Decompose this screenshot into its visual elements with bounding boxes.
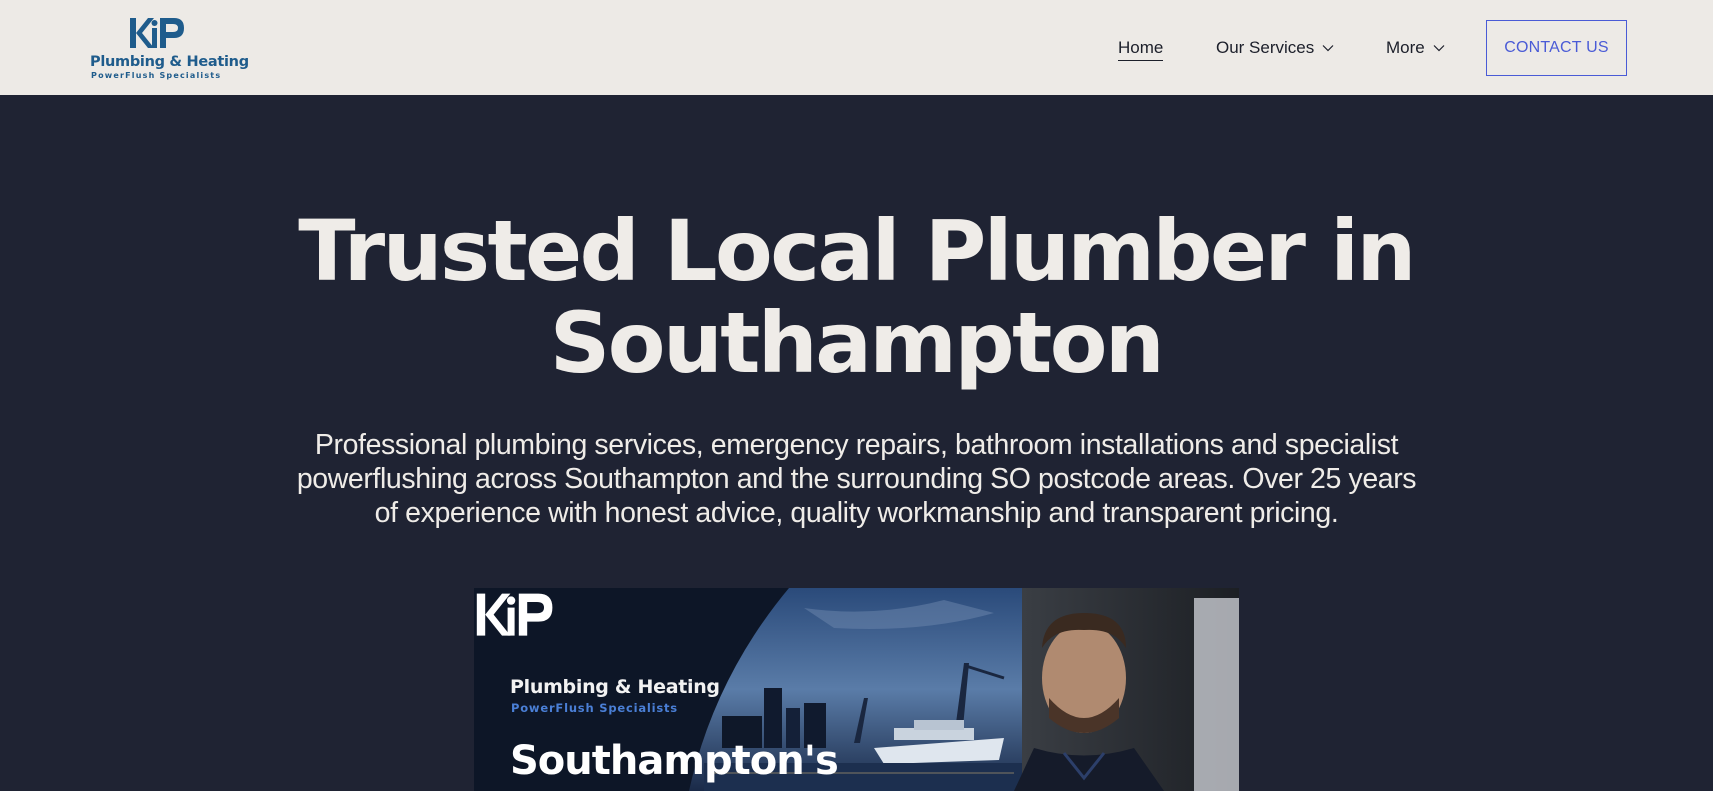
nav-more[interactable]: More [1386,38,1445,58]
banner-kp-logo-icon [476,593,553,636]
logo-name: Plumbing & Heating [90,54,249,70]
site-logo[interactable]: Plumbing & Heating PowerFlush Specialist… [90,14,249,82]
hero-banner-image: Plumbing & Heating PowerFlush Specialist… [474,588,1239,791]
banner-brand: Plumbing & Heating [510,676,720,698]
nav-our-services[interactable]: Our Services [1216,38,1334,58]
nav-services-label: Our Services [1216,38,1315,57]
banner-headline: Southampton's [510,738,839,784]
chevron-down-icon [1322,45,1334,52]
site-header: Plumbing & Heating PowerFlush Specialist… [0,0,1713,95]
logo-tagline: PowerFlush Specialists [91,71,222,80]
hero-title: Trusted Local Plumber in Southampton [206,205,1506,389]
hero-title-line1: Trusted Local Plumber in [298,202,1416,300]
hero-subtitle: Professional plumbing services, emergenc… [260,428,1453,530]
nav-home[interactable]: Home [1118,38,1164,61]
hero-subtitle-line2: powerflushing across Southampton and the… [296,463,1417,495]
banner-tagline: PowerFlush Specialists [511,701,678,715]
kp-logo-icon [130,18,184,48]
chevron-down-icon [1433,45,1445,52]
nav-home-label: Home [1118,38,1164,61]
hero-title-line2: Southampton [549,294,1165,392]
nav-more-label: More [1386,38,1425,57]
hero-subtitle-line1: Professional plumbing services, emergenc… [314,429,1399,461]
contact-us-button[interactable]: CONTACT US [1486,20,1627,76]
hero-subtitle-line3: of experience with honest advice, qualit… [374,497,1339,529]
